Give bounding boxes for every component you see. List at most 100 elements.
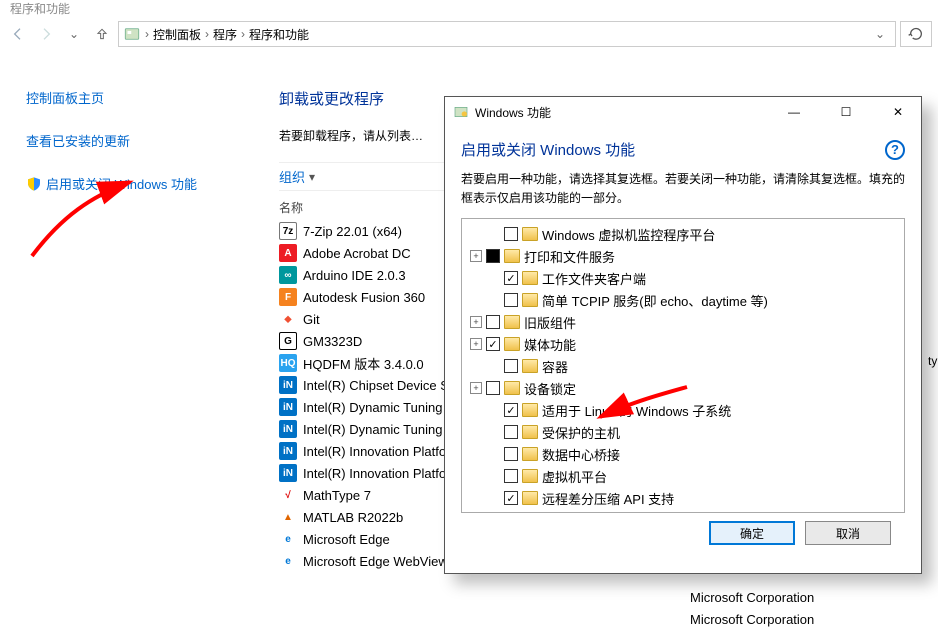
truncated-text: ty (928, 354, 938, 368)
refresh-button[interactable] (900, 21, 932, 47)
help-icon[interactable]: ? (885, 140, 905, 160)
ok-button[interactable]: 确定 (709, 521, 795, 545)
shield-icon (26, 176, 42, 192)
feature-row[interactable]: 简单 TCPIP 服务(即 echo、daytime 等) (464, 289, 902, 311)
program-name: Microsoft Edge (303, 532, 390, 547)
feature-checkbox[interactable] (504, 447, 518, 461)
sidebar-home-link[interactable]: 控制面板主页 (26, 88, 231, 107)
maximize-button[interactable]: ☐ (823, 97, 869, 127)
feature-checkbox[interactable]: ✓ (504, 491, 518, 505)
feature-label: 旧版组件 (524, 313, 576, 332)
tree-spacer (488, 426, 500, 438)
program-icon: e (279, 552, 297, 570)
feature-label: 工作文件夹客户端 (542, 269, 646, 288)
tree-spacer (488, 294, 500, 306)
feature-label: 虚拟机平台 (542, 467, 607, 486)
windows-features-dialog: Windows 功能 — ☐ ✕ 启用或关闭 Windows 功能 ? 若要启用… (444, 96, 922, 574)
folder-icon (522, 293, 538, 307)
folder-icon (522, 469, 538, 483)
features-icon (453, 104, 469, 120)
folder-icon (522, 425, 538, 439)
program-name: HQDFM 版本 3.4.0.0 (303, 354, 424, 373)
breadcrumb-item[interactable]: 程序和功能 (249, 26, 309, 43)
feature-label: 适用于 Linux 的 Windows 子系统 (542, 401, 731, 420)
program-icon: ⬥ (279, 310, 297, 328)
features-tree[interactable]: Windows 虚拟机监控程序平台 + 打印和文件服务 ✓ 工作文件夹客户端简单 TCP… (461, 218, 905, 513)
feature-label: 简单 TCPIP 服务(即 echo、daytime 等) (542, 291, 768, 310)
program-icon: iN (279, 420, 297, 438)
up-button[interactable] (90, 22, 114, 46)
recent-dropdown[interactable]: ⌄ (62, 22, 86, 46)
forward-button[interactable] (34, 22, 58, 46)
chevron-down-icon[interactable]: ⌄ (875, 27, 885, 41)
expand-icon[interactable]: + (470, 382, 482, 394)
feature-checkbox[interactable] (486, 249, 500, 263)
sidebar-features-link[interactable]: 启用或关闭 Windows 功能 (26, 174, 231, 193)
feature-checkbox[interactable] (504, 293, 518, 307)
folder-icon (522, 359, 538, 373)
tree-spacer (488, 228, 500, 240)
folder-icon (522, 403, 538, 417)
sidebar: 控制面板主页 查看已安装的更新 启用或关闭 Windows 功能 (0, 60, 245, 626)
tree-spacer (488, 404, 500, 416)
chevron-down-icon[interactable]: ▾ (309, 170, 315, 184)
program-icon: iN (279, 376, 297, 394)
folder-icon (504, 315, 520, 329)
feature-label: 数据中心桥接 (542, 445, 620, 464)
program-name: Intel(R) Innovation Platfo (303, 466, 446, 481)
nav-toolbar: ⌄ › 控制面板 › 程序 › 程序和功能 ⌄ (0, 16, 938, 52)
feature-row[interactable]: 虚拟机平台 (464, 465, 902, 487)
feature-row[interactable]: + 旧版组件 (464, 311, 902, 333)
feature-checkbox[interactable] (486, 315, 500, 329)
feature-row[interactable]: ✓ 适用于 Linux 的 Windows 子系统 (464, 399, 902, 421)
feature-row[interactable]: Windows 虚拟机监控程序平台 (464, 223, 902, 245)
feature-checkbox[interactable]: ✓ (504, 271, 518, 285)
sidebar-updates-link[interactable]: 查看已安装的更新 (26, 131, 231, 150)
breadcrumb-item[interactable]: 程序 (213, 26, 237, 43)
program-icon: F (279, 288, 297, 306)
dialog-titlebar[interactable]: Windows 功能 — ☐ ✕ (445, 97, 921, 127)
program-icon: HQ (279, 354, 297, 372)
breadcrumb-item[interactable]: 控制面板 (153, 26, 201, 43)
feature-row[interactable]: 受保护的主机 (464, 421, 902, 443)
expand-icon[interactable]: + (470, 250, 482, 262)
feature-checkbox[interactable] (504, 227, 518, 241)
expand-icon[interactable]: + (470, 338, 482, 350)
tree-spacer (488, 360, 500, 372)
folder-icon (504, 337, 520, 351)
program-name: 7-Zip 22.01 (x64) (303, 224, 402, 239)
window-title: 程序和功能 (0, 0, 938, 16)
feature-row[interactable]: +✓媒体功能 (464, 333, 902, 355)
feature-checkbox[interactable] (504, 425, 518, 439)
feature-label: 受保护的主机 (542, 423, 620, 442)
publisher-cell: Microsoft Corporation (690, 612, 814, 627)
feature-row[interactable]: ✓ 工作文件夹客户端 (464, 267, 902, 289)
back-button[interactable] (6, 22, 30, 46)
tree-spacer (488, 470, 500, 482)
program-icon: iN (279, 442, 297, 460)
program-name: GM3323D (303, 334, 362, 349)
feature-row[interactable]: + 打印和文件服务 (464, 245, 902, 267)
organize-menu[interactable]: 组织 (279, 167, 305, 186)
close-button[interactable]: ✕ (875, 97, 921, 127)
feature-checkbox[interactable] (504, 359, 518, 373)
minimize-button[interactable]: — (771, 97, 817, 127)
program-name: Intel(R) Dynamic Tuning (303, 400, 442, 415)
feature-row[interactable]: + 设备锁定 (464, 377, 902, 399)
program-icon: iN (279, 464, 297, 482)
feature-row[interactable]: ✓ 远程差分压缩 API 支持 (464, 487, 902, 509)
breadcrumb[interactable]: › 控制面板 › 程序 › 程序和功能 ⌄ (118, 21, 896, 47)
feature-label: 远程差分压缩 API 支持 (542, 489, 674, 508)
expand-icon[interactable]: + (470, 316, 482, 328)
feature-label: 设备锁定 (524, 379, 576, 398)
feature-row[interactable]: 数据中心桥接 (464, 443, 902, 465)
cancel-button[interactable]: 取消 (805, 521, 891, 545)
feature-checkbox[interactable]: ✓ (486, 337, 500, 351)
feature-label: 打印和文件服务 (524, 247, 615, 266)
feature-checkbox[interactable]: ✓ (504, 403, 518, 417)
feature-row[interactable]: 容器 (464, 355, 902, 377)
program-icon: ∞ (279, 266, 297, 284)
feature-checkbox[interactable] (504, 469, 518, 483)
program-name: Autodesk Fusion 360 (303, 290, 425, 305)
feature-checkbox[interactable] (486, 381, 500, 395)
